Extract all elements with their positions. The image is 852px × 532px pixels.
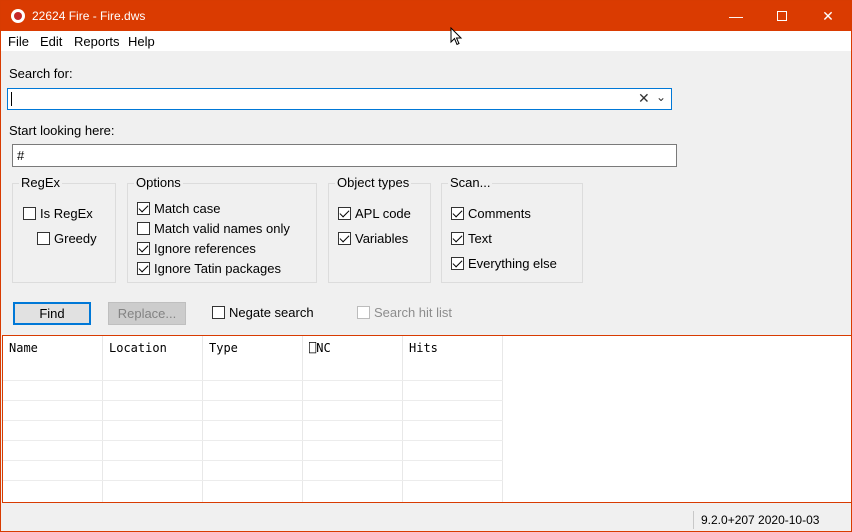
ignore-references-label: Ignore references bbox=[154, 241, 256, 256]
column-header-hits[interactable]: Hits bbox=[403, 336, 503, 360]
start-input-value: # bbox=[17, 148, 25, 163]
checkbox-box bbox=[338, 232, 351, 245]
column-header-location[interactable]: Location bbox=[103, 336, 203, 360]
maximize-icon bbox=[777, 11, 787, 22]
grid-row-line bbox=[3, 420, 503, 421]
grid-row-line bbox=[3, 380, 503, 381]
checkbox-box bbox=[451, 207, 464, 220]
text-caret bbox=[11, 92, 12, 106]
find-button[interactable]: Find bbox=[13, 302, 91, 325]
column-header-type[interactable]: Type bbox=[203, 336, 303, 360]
start-input[interactable]: # bbox=[12, 144, 677, 167]
chevron-down-icon[interactable]: ⌄ bbox=[656, 90, 666, 104]
clear-icon[interactable]: ✕ bbox=[638, 90, 650, 107]
status-separator bbox=[693, 511, 694, 529]
start-label: Start looking here: bbox=[9, 123, 115, 138]
replace-button[interactable]: Replace... bbox=[108, 302, 186, 325]
grid-row-line bbox=[3, 460, 503, 461]
negate-search-label: Negate search bbox=[229, 305, 314, 320]
options-group-title: Options bbox=[134, 175, 183, 190]
checkbox-box bbox=[137, 222, 150, 235]
options-group: Options Match case Match valid names onl… bbox=[127, 175, 317, 283]
window-title: 22624 Fire - Fire.dws bbox=[32, 9, 146, 23]
app-icon[interactable] bbox=[11, 9, 25, 23]
apl-code-label: APL code bbox=[355, 206, 411, 221]
checkbox-box bbox=[451, 257, 464, 270]
maximize-button[interactable] bbox=[759, 1, 805, 31]
regex-group-title: RegEx bbox=[19, 175, 63, 190]
checkbox-box bbox=[137, 242, 150, 255]
menu-bar: File Edit Reports Help bbox=[1, 31, 851, 51]
status-bar: 9.2.0+207 2020-10-03 bbox=[1, 509, 851, 531]
checkbox-box bbox=[212, 306, 225, 319]
ignore-tatin-label: Ignore Tatin packages bbox=[154, 261, 281, 276]
results-grid[interactable]: Name Location Type ⎕NC Hits bbox=[2, 335, 852, 503]
grid-row-line bbox=[3, 400, 503, 401]
is-regex-label: Is RegEx bbox=[40, 206, 93, 221]
checkbox-box bbox=[338, 207, 351, 220]
menu-reports[interactable]: Reports bbox=[74, 34, 120, 49]
grid-row-line bbox=[3, 480, 503, 481]
text-label: Text bbox=[468, 231, 492, 246]
menu-edit[interactable]: Edit bbox=[40, 34, 62, 49]
comments-label: Comments bbox=[468, 206, 531, 221]
mouse-cursor-icon bbox=[450, 27, 463, 46]
regex-group: RegEx Is RegEx Greedy bbox=[12, 175, 116, 283]
match-case-label: Match case bbox=[154, 201, 221, 216]
checkbox-box bbox=[137, 262, 150, 275]
search-combobox[interactable]: ✕ ⌄ bbox=[7, 88, 672, 110]
greedy-label: Greedy bbox=[54, 231, 97, 246]
object-types-group: Object types APL code Variables bbox=[328, 175, 431, 283]
title-bar[interactable]: 22624 Fire - Fire.dws — ✕ bbox=[1, 1, 851, 31]
valid-names-label: Match valid names only bbox=[154, 221, 290, 236]
search-label: Search for: bbox=[9, 66, 73, 81]
checkbox-box bbox=[37, 232, 50, 245]
main-window: 22624 Fire - Fire.dws — ✕ File Edit Repo… bbox=[0, 0, 852, 532]
checkbox-box bbox=[23, 207, 36, 220]
scan-group-title: Scan... bbox=[448, 175, 493, 190]
checkbox-box bbox=[137, 202, 150, 215]
object-types-group-title: Object types bbox=[335, 175, 412, 190]
search-hit-list-label: Search hit list bbox=[374, 305, 453, 320]
grid-row-line bbox=[3, 440, 503, 441]
version-status: 9.2.0+207 2020-10-03 bbox=[701, 513, 820, 527]
close-button[interactable]: ✕ bbox=[805, 1, 851, 31]
menu-help[interactable]: Help bbox=[128, 34, 155, 49]
column-header-name[interactable]: Name bbox=[3, 336, 103, 360]
scan-group: Scan... Comments Text Everything else bbox=[441, 175, 583, 283]
minimize-button[interactable]: — bbox=[713, 1, 759, 31]
checkbox-box bbox=[451, 232, 464, 245]
column-header-nc[interactable]: ⎕NC bbox=[303, 336, 403, 360]
checkbox-box bbox=[357, 306, 370, 319]
everything-else-label: Everything else bbox=[468, 256, 557, 271]
variables-label: Variables bbox=[355, 231, 409, 246]
menu-file[interactable]: File bbox=[8, 34, 29, 49]
